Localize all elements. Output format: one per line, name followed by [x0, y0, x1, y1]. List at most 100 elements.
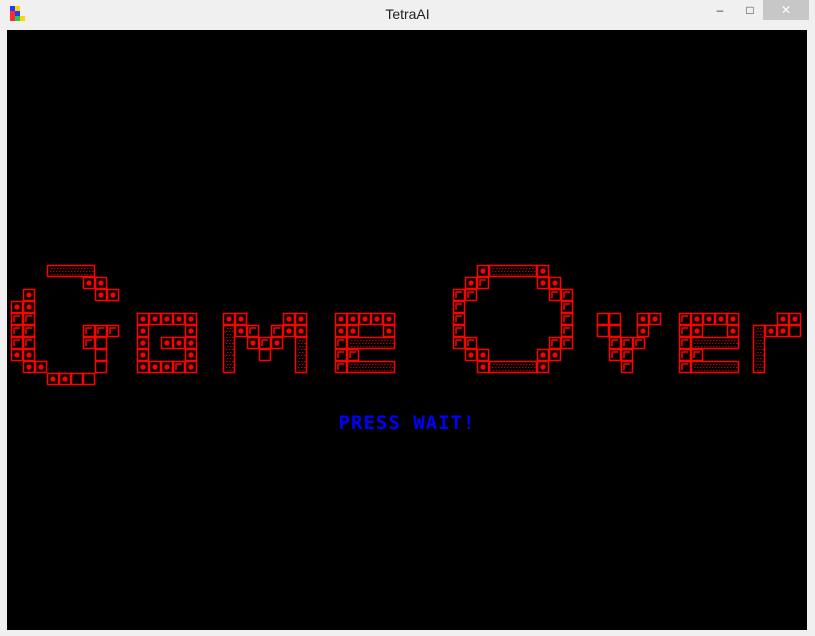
block-corner	[623, 351, 630, 358]
block-speckle	[712, 367, 714, 368]
block-speckle	[733, 343, 735, 344]
block-cell	[82, 372, 96, 386]
block-speckle	[498, 367, 500, 368]
block-dot	[298, 316, 304, 322]
block-speckle	[526, 268, 528, 269]
block-speckle	[372, 340, 374, 341]
block-speckle	[65, 271, 67, 272]
block-speckle	[366, 340, 368, 341]
block-dot	[706, 316, 712, 322]
block-speckle	[523, 268, 525, 269]
block-speckle	[229, 367, 231, 368]
block-cell	[334, 336, 348, 350]
block-speckle	[301, 355, 303, 356]
block-speckle	[369, 364, 371, 365]
block-cell	[82, 336, 96, 350]
block-speckle	[366, 364, 368, 365]
block-corner	[85, 339, 92, 346]
block-corner	[175, 363, 182, 370]
block-dot	[110, 292, 116, 298]
block-speckle	[304, 355, 306, 356]
title-bar[interactable]: TetraAI – □ ✕	[0, 0, 815, 30]
block-speckle	[514, 370, 516, 371]
close-button[interactable]: ✕	[763, 0, 809, 20]
block-speckle	[513, 367, 515, 368]
block-speckle	[378, 346, 380, 347]
block-speckle	[381, 340, 383, 341]
block-speckle	[372, 370, 374, 371]
block-speckle	[529, 274, 531, 275]
block-speckle	[378, 370, 380, 371]
block-speckle	[496, 268, 498, 269]
block-speckle	[60, 268, 62, 269]
block-speckle	[716, 370, 718, 371]
block-cell	[258, 336, 272, 350]
block-speckle	[301, 367, 303, 368]
block-speckle	[57, 268, 59, 269]
block-speckle	[493, 364, 495, 365]
block-dot	[350, 328, 356, 334]
block-speckle	[759, 361, 761, 362]
block-speckle	[762, 355, 764, 356]
block-cell	[788, 324, 802, 338]
block-speckle	[522, 271, 524, 272]
block-corner	[13, 339, 20, 346]
block-corner	[249, 327, 256, 334]
block-cell	[94, 324, 108, 338]
block-corner	[479, 279, 486, 286]
block-speckle	[299, 352, 301, 353]
block-speckle	[227, 370, 229, 371]
block-speckle	[226, 331, 228, 332]
block-speckle	[517, 268, 519, 269]
block-speckle	[81, 268, 83, 269]
block-speckle	[226, 355, 228, 356]
block-corner	[563, 303, 570, 310]
block-corner	[97, 327, 104, 334]
block-speckle	[496, 364, 498, 365]
block-speckle	[520, 268, 522, 269]
game-canvas[interactable]: PRESS WAIT!	[7, 30, 807, 630]
block-cell	[452, 336, 466, 350]
block-speckle	[731, 364, 733, 365]
block-speckle	[86, 271, 88, 272]
block-dot	[374, 316, 380, 322]
block-dot	[362, 316, 368, 322]
maximize-button[interactable]: □	[736, 0, 764, 20]
block-cell	[10, 324, 24, 338]
block-speckle	[229, 331, 231, 332]
block-speckle	[532, 370, 534, 371]
block-cell	[678, 360, 692, 374]
block-speckle	[226, 349, 228, 350]
block-speckle	[511, 274, 513, 275]
block-speckle	[508, 268, 510, 269]
block-speckle	[532, 274, 534, 275]
block-dot	[250, 340, 256, 346]
block-speckle	[381, 346, 383, 347]
block-speckle	[706, 343, 708, 344]
minimize-button[interactable]: –	[706, 0, 734, 20]
block-dot	[226, 316, 232, 322]
block-speckle	[703, 367, 705, 368]
block-speckle	[384, 346, 386, 347]
block-corner	[25, 339, 32, 346]
block-speckle	[302, 358, 304, 359]
block-speckle	[60, 274, 62, 275]
block-speckle	[499, 370, 501, 371]
block-speckle	[386, 367, 388, 368]
block-dot	[188, 316, 194, 322]
block-speckle	[54, 268, 56, 269]
block-speckle	[508, 364, 510, 365]
block-speckle	[762, 337, 764, 338]
block-cell	[106, 324, 120, 338]
block-cell	[70, 372, 84, 386]
block-speckle	[375, 346, 377, 347]
block-speckle	[229, 349, 231, 350]
block-speckle	[718, 343, 720, 344]
block-corner	[13, 327, 20, 334]
block-speckle	[493, 370, 495, 371]
block-speckle	[698, 340, 700, 341]
block-dot	[140, 316, 146, 322]
block-speckle	[731, 340, 733, 341]
block-dot	[552, 352, 558, 358]
block-speckle	[493, 274, 495, 275]
